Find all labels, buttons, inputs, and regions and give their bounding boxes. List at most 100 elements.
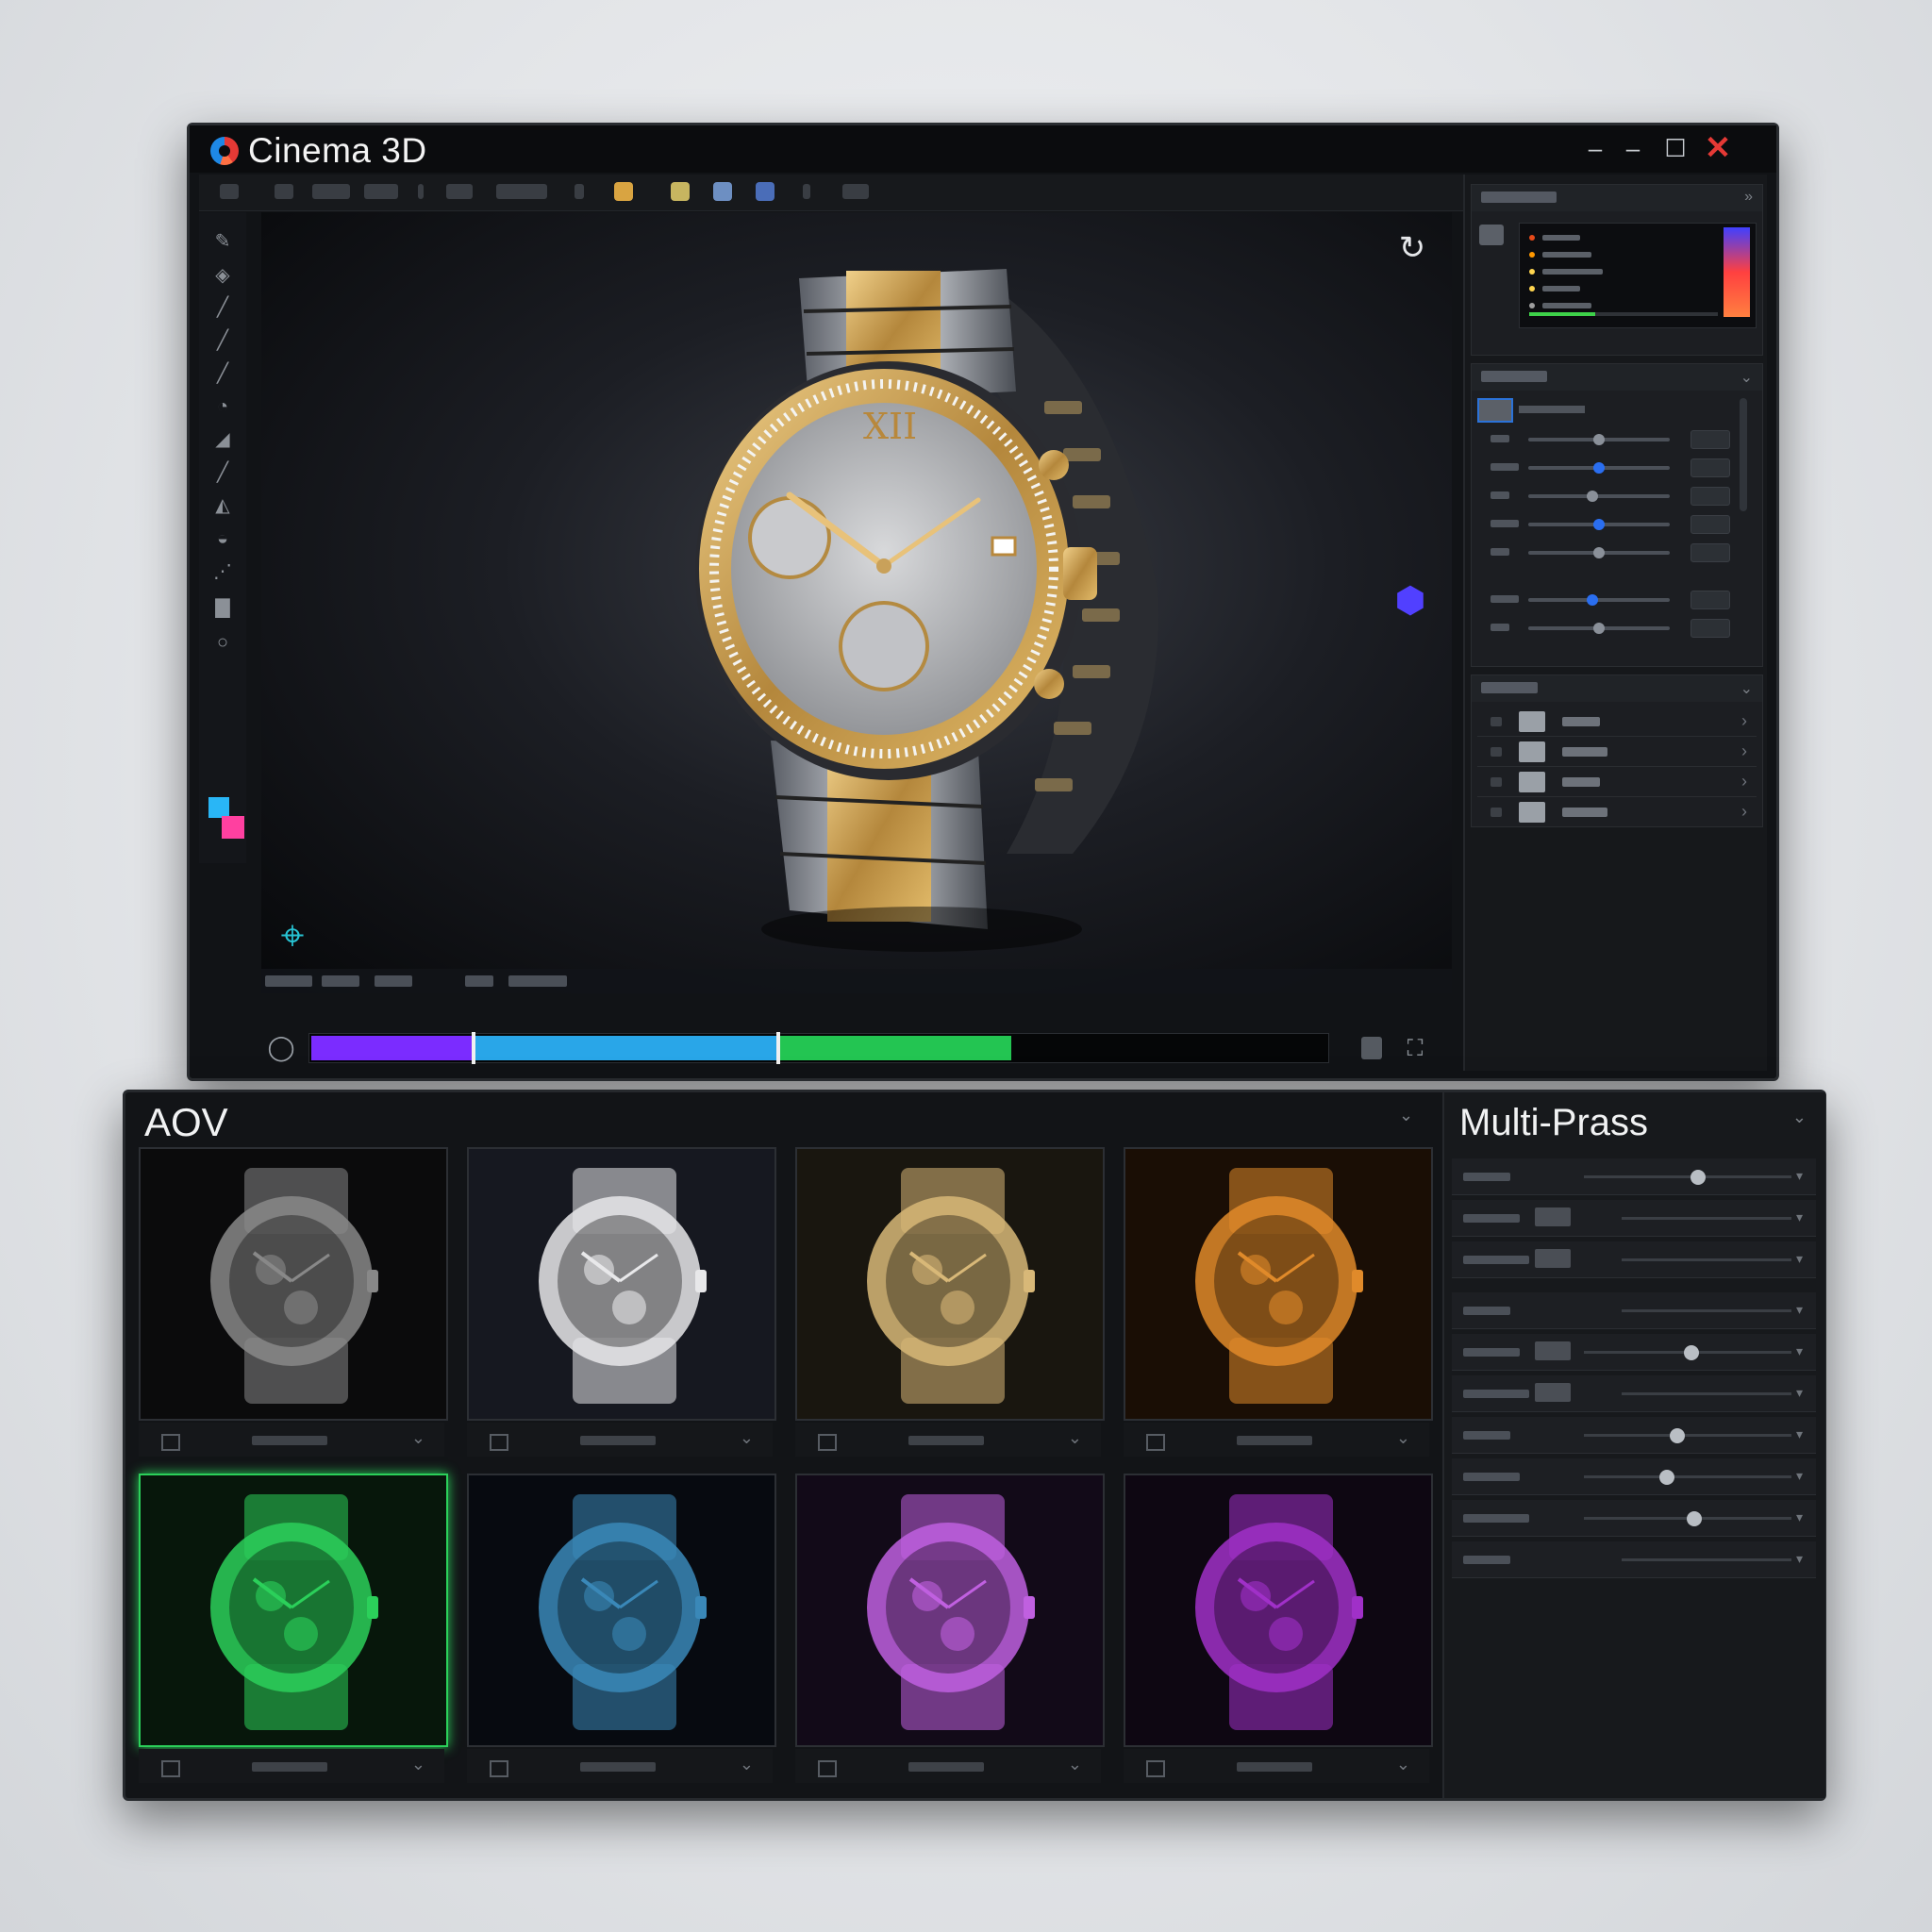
- timeline-segment[interactable]: [777, 1036, 1012, 1060]
- multipass-row[interactable]: ▾: [1452, 1541, 1816, 1578]
- material-swatch[interactable]: [1477, 398, 1513, 423]
- slider-value-field[interactable]: [1690, 619, 1730, 638]
- multipass-row[interactable]: ▾: [1452, 1200, 1816, 1237]
- section-header[interactable]: ⌄: [1472, 364, 1762, 391]
- aov-thumbnail[interactable]: [795, 1147, 1105, 1421]
- chevron-right-icon[interactable]: ›: [1741, 711, 1747, 731]
- slider-value-field[interactable]: [1690, 515, 1730, 534]
- visibility-icon[interactable]: [1491, 777, 1502, 787]
- aov-thumbnail[interactable]: [1124, 1147, 1433, 1421]
- chevron-down-icon[interactable]: ⌄: [1792, 1108, 1807, 1127]
- slider-value-field[interactable]: [1690, 430, 1730, 449]
- toolbar-item[interactable]: [275, 184, 293, 199]
- layer-row[interactable]: ›: [1477, 798, 1757, 827]
- chevron-right-icon[interactable]: ›: [1741, 772, 1747, 791]
- select-checkbox[interactable]: [818, 1760, 837, 1777]
- timeline-segment[interactable]: [474, 1036, 778, 1060]
- visibility-icon[interactable]: [1491, 747, 1502, 757]
- pass-slider-knob[interactable]: [1686, 1511, 1702, 1526]
- timeline-marker[interactable]: [472, 1032, 476, 1064]
- pass-value-field[interactable]: [1535, 1341, 1571, 1360]
- slider-value-field[interactable]: [1690, 458, 1730, 477]
- aov-thumbnail[interactable]: [467, 1147, 776, 1421]
- chevron-down-icon[interactable]: ▾: [1796, 1209, 1803, 1225]
- multipass-row[interactable]: ▾: [1452, 1334, 1816, 1371]
- slider-knob[interactable]: [1593, 519, 1605, 530]
- toolbar-item[interactable]: [220, 184, 239, 199]
- slider-knob[interactable]: [1593, 547, 1605, 558]
- timeline-segment[interactable]: [311, 1036, 475, 1060]
- aov-thumbnail[interactable]: [139, 1474, 448, 1747]
- chevron-down-icon[interactable]: ⌄: [1396, 1755, 1410, 1774]
- chevron-down-icon[interactable]: ▾: [1796, 1343, 1803, 1359]
- slider-track[interactable]: [1528, 494, 1670, 498]
- slider-knob[interactable]: [1593, 434, 1605, 445]
- multipass-row[interactable]: ▾: [1452, 1158, 1816, 1195]
- chevron-down-icon[interactable]: ▾: [1796, 1302, 1803, 1318]
- multipass-row[interactable]: ▾: [1452, 1375, 1816, 1412]
- section-header[interactable]: »: [1472, 185, 1762, 211]
- chevron-down-icon[interactable]: ▾: [1796, 1385, 1803, 1401]
- close-button[interactable]: ✕: [1699, 132, 1737, 164]
- background-color-swatch[interactable]: [222, 816, 244, 839]
- pass-slider-track[interactable]: [1584, 1434, 1791, 1437]
- camera-icon[interactable]: [756, 182, 774, 201]
- cube-tool-icon[interactable]: ▇: [211, 597, 234, 618]
- layer-row[interactable]: ›: [1477, 738, 1757, 767]
- slider-value-field[interactable]: [1690, 487, 1730, 506]
- multipass-row[interactable]: ▾: [1452, 1292, 1816, 1329]
- timeline-track[interactable]: [308, 1032, 1329, 1064]
- toolbar-item[interactable]: [842, 184, 869, 199]
- shape-tool-icon[interactable]: ◢: [211, 429, 234, 450]
- toolbar-item[interactable]: [364, 184, 398, 199]
- chevron-down-icon[interactable]: ⌄: [1396, 1428, 1410, 1448]
- gizmo-icon[interactable]: ⬢: [1390, 580, 1431, 622]
- select-checkbox[interactable]: [490, 1434, 508, 1451]
- select-checkbox[interactable]: [1146, 1760, 1165, 1777]
- foreground-color-swatch[interactable]: [208, 797, 229, 818]
- aov-thumbnail[interactable]: [795, 1474, 1105, 1747]
- timeline[interactable]: ◯ ⛶: [261, 1022, 1452, 1069]
- select-checkbox[interactable]: [490, 1760, 508, 1777]
- slider-knob[interactable]: [1593, 462, 1605, 474]
- aov-thumbnail[interactable]: [467, 1474, 776, 1747]
- select-tool-icon[interactable]: ◈: [211, 265, 234, 286]
- slider-value-field[interactable]: [1690, 591, 1730, 609]
- 3d-viewport[interactable]: XII ↻ ⬢ ⌖: [261, 212, 1452, 993]
- render-icon[interactable]: [614, 182, 633, 201]
- chevron-down-icon[interactable]: ⌄: [411, 1428, 425, 1448]
- pass-slider-knob[interactable]: [1684, 1345, 1700, 1360]
- pass-slider-knob[interactable]: [1670, 1428, 1685, 1443]
- brush-tool-icon[interactable]: ╱: [211, 330, 234, 351]
- toolbar-item[interactable]: [446, 184, 473, 199]
- layer-row[interactable]: ›: [1477, 768, 1757, 797]
- timeline-marker[interactable]: [775, 1032, 780, 1064]
- fullscreen-icon[interactable]: ⛶: [1401, 1035, 1429, 1063]
- color-graph[interactable]: [1519, 223, 1757, 328]
- chevron-down-icon[interactable]: ⌄: [740, 1755, 754, 1774]
- slider-track[interactable]: [1528, 598, 1670, 602]
- chevron-down-icon[interactable]: ▾: [1796, 1251, 1803, 1267]
- scrollbar[interactable]: [1740, 398, 1747, 511]
- chevron-down-icon[interactable]: ▾: [1796, 1509, 1803, 1525]
- restore-button[interactable]: –: [1614, 133, 1652, 163]
- chevron-down-icon[interactable]: ▾: [1796, 1551, 1803, 1567]
- pen-tool-icon[interactable]: ╱: [211, 297, 234, 318]
- aov-thumbnail[interactable]: [1124, 1474, 1433, 1747]
- multipass-row[interactable]: ▾: [1452, 1241, 1816, 1278]
- select-checkbox[interactable]: [161, 1760, 180, 1777]
- toolbar-item[interactable]: [803, 184, 810, 199]
- select-checkbox[interactable]: [161, 1434, 180, 1451]
- chevron-down-icon[interactable]: ▾: [1796, 1426, 1803, 1442]
- material-icon[interactable]: [671, 182, 690, 201]
- light-icon[interactable]: [713, 182, 732, 201]
- toolbar-item[interactable]: [496, 184, 547, 199]
- lasso-tool-icon[interactable]: ○: [211, 632, 234, 653]
- multipass-row[interactable]: ▾: [1452, 1500, 1816, 1537]
- chevron-down-icon[interactable]: ⌄: [1068, 1755, 1082, 1774]
- chevron-down-icon[interactable]: ⌄: [411, 1755, 425, 1774]
- aov-thumbnail[interactable]: [139, 1147, 448, 1421]
- slider-value-field[interactable]: [1690, 543, 1730, 562]
- minimize-button[interactable]: –: [1576, 133, 1614, 163]
- target-icon[interactable]: ⌖: [269, 912, 316, 959]
